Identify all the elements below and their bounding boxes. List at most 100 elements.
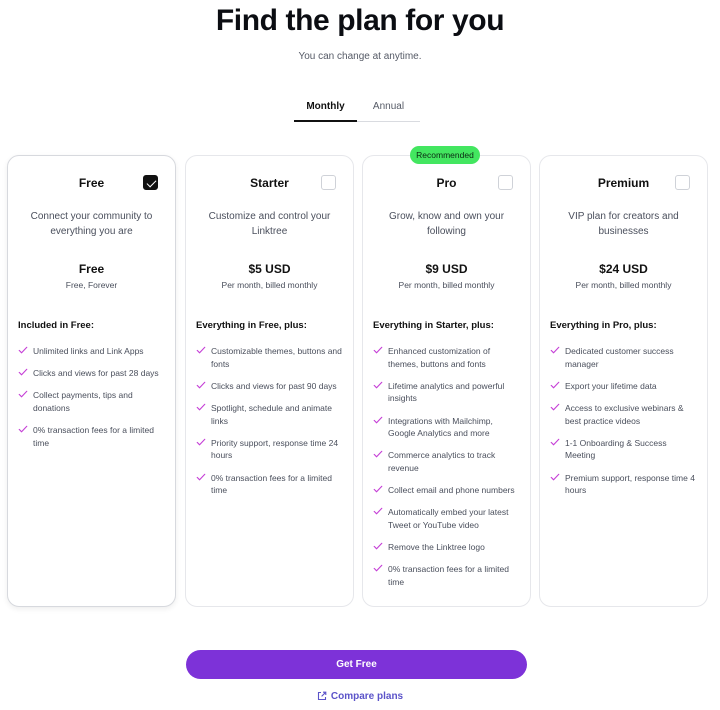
feature-text: Collect email and phone numbers [388, 485, 515, 496]
feature-item: 1-1 Onboarding & Success Meeting [550, 437, 697, 462]
plan-select-checkbox[interactable] [143, 175, 158, 190]
feature-text: 0% transaction fees for a limited time [211, 472, 332, 496]
feature-item: Unlimited links and Link Apps [18, 345, 165, 358]
plan-description: Customize and control your Linktree [208, 211, 331, 237]
feature-list: Enhanced customization of themes, button… [373, 345, 520, 598]
feature-text: Unlimited links and Link Apps [33, 346, 144, 356]
feature-list: Unlimited links and Link Apps Clicks and … [18, 345, 165, 459]
checkmark-icon [550, 437, 564, 449]
checkmark-icon [373, 506, 387, 518]
features-title: Included in Free: [18, 320, 95, 331]
feature-text: Clicks and views for past 90 days [211, 380, 337, 391]
feature-text: Premium support, response time 4 hours [565, 472, 695, 496]
plan-price: $9 USD [425, 262, 468, 276]
feature-text: Export your lifetime data [565, 380, 657, 391]
checkmark-icon [373, 415, 387, 427]
checkmark-icon [196, 472, 210, 484]
feature-list: Dedicated customer success manager Export… [550, 345, 697, 506]
checkmark-icon [373, 484, 387, 496]
plan-price: $5 USD [248, 262, 291, 276]
feature-item: Integrations with Mailchimp, Google Anal… [373, 415, 520, 440]
feature-text: 0% transaction fees for a limited time [388, 564, 509, 587]
feature-text: Remove the Linktree logo [388, 542, 485, 553]
feature-item: Access to exclusive webinars & best prac… [550, 402, 697, 427]
plan-card-premium[interactable]: Premium VIP plan for creators and busine… [539, 155, 708, 607]
checkmark-icon [196, 380, 210, 392]
checkmark-icon [18, 389, 32, 401]
feature-text: Access to exclusive webinars & best prac… [565, 402, 684, 426]
plan-select-checkbox[interactable] [498, 175, 513, 190]
feature-item: Clicks and views for past 90 days [196, 380, 343, 393]
feature-list: Customizable themes, buttons and fonts Cl… [196, 345, 343, 506]
checkmark-icon [196, 345, 210, 357]
compare-plans-link[interactable]: Compare plans [0, 691, 720, 704]
plan-select-checkbox[interactable] [321, 175, 336, 190]
checkmark-icon [18, 424, 32, 436]
feature-text: Priority support, response time 24 hours [211, 437, 339, 461]
checkmark-icon [373, 541, 387, 553]
feature-text: 0% transaction fees for a limited time [33, 425, 154, 448]
checkmark-icon [373, 449, 387, 461]
feature-item: Clicks and views for past 28 days [18, 367, 165, 380]
feature-text: Dedicated customer success manager [565, 346, 674, 369]
recommended-badge: Recommended [410, 146, 480, 164]
checkmark-icon [550, 345, 564, 357]
features-title: Everything in Starter, plus: [373, 320, 494, 331]
checkmark-icon [18, 367, 32, 379]
plan-price-note: Per month, billed monthly [221, 280, 318, 290]
feature-item: Premium support, response time 4 hours [550, 472, 697, 497]
plan-description: Connect your community to everything you… [30, 211, 153, 237]
checkmark-icon [196, 437, 210, 449]
feature-text: Automatically embed your latest Tweet or… [388, 507, 509, 530]
feature-item: Commerce analytics to track revenue [373, 449, 520, 474]
checkmark-icon [550, 380, 564, 392]
feature-text: Collect payments, tips and donations [33, 390, 133, 413]
feature-text: Spotlight, schedule and animate links [211, 402, 332, 426]
plan-price: $24 USD [599, 262, 648, 276]
feature-item: Automatically embed your latest Tweet or… [373, 506, 520, 531]
plan-card-free[interactable]: Free Connect your community to everythin… [7, 155, 176, 607]
feature-text: Lifetime analytics and powerful insights [388, 380, 505, 404]
feature-item: Spotlight, schedule and animate links [196, 402, 343, 427]
feature-text: Commerce analytics to track revenue [388, 450, 496, 473]
external-link-icon [317, 691, 327, 704]
plan-price-note: Per month, billed monthly [575, 280, 672, 290]
feature-text: 1-1 Onboarding & Success Meeting [565, 437, 667, 461]
billing-period-tabs: Monthly Annual [294, 95, 420, 122]
features-title: Everything in Pro, plus: [550, 320, 657, 331]
plan-price: Free [78, 262, 105, 276]
plan-card-starter[interactable]: Starter Customize and control your Linkt… [185, 155, 354, 607]
feature-item: Priority support, response time 24 hours [196, 437, 343, 462]
page-title: Find the plan for you [215, 4, 505, 37]
checkmark-icon [373, 563, 387, 575]
feature-item: Collect payments, tips and donations [18, 389, 165, 414]
checkmark-icon [550, 472, 564, 484]
checkmark-icon [196, 402, 210, 414]
feature-item: Dedicated customer success manager [550, 345, 697, 370]
feature-text: Enhanced customization of themes, button… [388, 346, 491, 369]
plan-description: Grow, know and own your following [388, 211, 505, 237]
page-subtitle: You can change at anytime. [298, 51, 422, 62]
features-title: Everything in Free, plus: [196, 320, 307, 331]
checkmark-icon [18, 345, 32, 357]
checkmark-icon [373, 345, 387, 357]
tab-annual[interactable]: Annual [357, 95, 420, 122]
checkmark-icon [373, 380, 387, 392]
feature-item: Customizable themes, buttons and fonts [196, 345, 343, 370]
feature-item: Collect email and phone numbers [373, 484, 520, 497]
compare-plans-label: Compare plans [330, 691, 404, 702]
feature-item: 0% transaction fees for a limited time [18, 424, 165, 449]
checkmark-icon [550, 402, 564, 414]
get-plan-button[interactable]: Get Free [186, 650, 527, 679]
plan-card-pro[interactable]: Pro Grow, know and own your following $9… [362, 155, 531, 607]
plan-price-note: Free, Forever [65, 280, 118, 290]
feature-text: Customizable themes, buttons and fonts [211, 346, 342, 369]
feature-item: Lifetime analytics and powerful insights [373, 380, 520, 405]
feature-text: Clicks and views for past 28 days [33, 368, 159, 379]
feature-text: Integrations with Mailchimp, Google Anal… [388, 415, 493, 439]
tab-monthly[interactable]: Monthly [294, 95, 357, 122]
feature-item: 0% transaction fees for a limited time [373, 563, 520, 588]
plan-select-checkbox[interactable] [675, 175, 690, 190]
plan-description: VIP plan for creators and businesses [568, 211, 679, 237]
feature-item: 0% transaction fees for a limited time [196, 472, 343, 497]
